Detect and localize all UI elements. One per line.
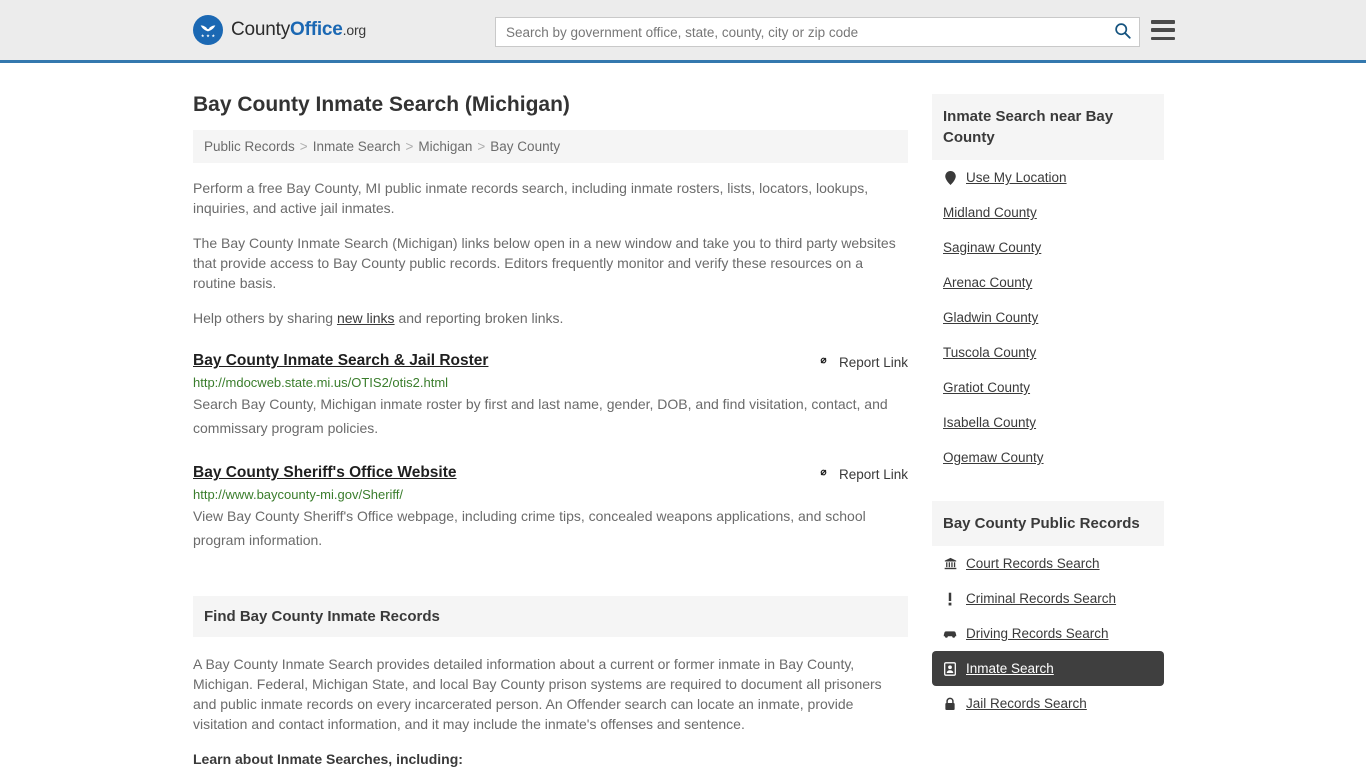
sidebar-item-label[interactable]: Tuscola County bbox=[943, 345, 1036, 360]
result-url: http://mdocweb.state.mi.us/OTIS2/otis2.h… bbox=[193, 375, 449, 390]
sidebar-item-isabella-county[interactable]: Isabella County bbox=[932, 405, 1164, 440]
page-title: Bay County Inmate Search (Michigan) bbox=[193, 93, 570, 116]
search-bar[interactable] bbox=[495, 17, 1140, 47]
result-header: Bay County Sheriff's Office Website Repo… bbox=[193, 464, 908, 483]
breadcrumb-item-michigan[interactable]: Michigan bbox=[418, 139, 472, 154]
sidebar-item-label[interactable]: Criminal Records Search bbox=[966, 591, 1116, 606]
info-section-heading: Find Bay County Inmate Records bbox=[193, 596, 908, 637]
sidebar-records-heading: Bay County Public Records bbox=[932, 501, 1164, 546]
hamburger-bar-2 bbox=[1151, 28, 1175, 32]
sidebar-item-use-my-location[interactable]: Use My Location bbox=[932, 160, 1164, 195]
sidebar: Inmate Search near Bay County Use My Loc… bbox=[932, 63, 1164, 721]
intro-paragraph-1: Perform a free Bay County, MI public inm… bbox=[193, 180, 869, 216]
search-button[interactable] bbox=[1105, 18, 1139, 46]
map-pin-icon bbox=[943, 170, 957, 185]
search-input[interactable] bbox=[496, 18, 1105, 46]
sidebar-item-label[interactable]: Saginaw County bbox=[943, 240, 1041, 255]
breadcrumb-separator: > bbox=[299, 139, 308, 154]
sidebar-item-label[interactable]: Driving Records Search bbox=[966, 626, 1109, 641]
share-text-before: Help others by sharing bbox=[193, 310, 337, 326]
broken-link-icon bbox=[816, 353, 831, 371]
sidebar-item-label[interactable]: Gladwin County bbox=[943, 310, 1038, 325]
intro-paragraph-3: Help others by sharing new links and rep… bbox=[193, 308, 908, 328]
sidebar-item-label[interactable]: Ogemaw County bbox=[943, 450, 1044, 465]
new-links-link[interactable]: new links bbox=[337, 310, 395, 326]
result-description: View Bay County Sheriff's Office webpage… bbox=[193, 508, 866, 548]
breadcrumb-item-bay-county[interactable]: Bay County bbox=[490, 139, 560, 154]
sidebar-item-label[interactable]: Inmate Search bbox=[966, 661, 1054, 676]
site-logo-text: CountyOffice.org bbox=[231, 19, 366, 41]
logo-text-office: Office bbox=[290, 19, 343, 40]
report-link-button[interactable]: Report Link bbox=[816, 353, 908, 371]
result-item: Bay County Inmate Search & Jail Roster R… bbox=[193, 352, 908, 440]
info-section-subheading: Learn about Inmate Searches, including: bbox=[193, 751, 463, 767]
result-header: Bay County Inmate Search & Jail Roster R… bbox=[193, 352, 908, 371]
broken-link-icon bbox=[816, 465, 831, 483]
info-section-body: A Bay County Inmate Search provides deta… bbox=[193, 656, 882, 732]
sidebar-item-court-records-search[interactable]: Court Records Search bbox=[932, 546, 1164, 581]
sidebar-item-label[interactable]: Midland County bbox=[943, 205, 1037, 220]
result-item: Bay County Sheriff's Office Website Repo… bbox=[193, 464, 908, 552]
breadcrumb: Public Records > Inmate Search > Michigan > Ba… bbox=[193, 130, 908, 163]
sidebar-item-ogemaw-county[interactable]: Ogemaw County bbox=[932, 440, 1164, 475]
breadcrumb-item-public-records[interactable]: Public Records bbox=[204, 139, 295, 154]
logo-text-tld: .org bbox=[342, 22, 367, 38]
sidebar-item-label[interactable]: Isabella County bbox=[943, 415, 1036, 430]
hamburger-bar-3 bbox=[1151, 36, 1175, 40]
sidebar-nearby-list: Use My Location Midland County Saginaw C… bbox=[932, 160, 1164, 475]
breadcrumb-separator: > bbox=[477, 139, 486, 154]
sidebar-item-arenac-county[interactable]: Arenac County bbox=[932, 265, 1164, 300]
eagle-seal-icon bbox=[193, 15, 223, 45]
sidebar-item-tuscola-county[interactable]: Tuscola County bbox=[932, 335, 1164, 370]
sidebar-item-criminal-records-search[interactable]: Criminal Records Search bbox=[932, 581, 1164, 616]
sidebar-item-saginaw-county[interactable]: Saginaw County bbox=[932, 230, 1164, 265]
exclamation-icon bbox=[943, 592, 957, 606]
site-header: CountyOffice.org bbox=[0, 0, 1366, 63]
result-description: Search Bay County, Michigan inmate roste… bbox=[193, 396, 888, 436]
sidebar-nearby-heading: Inmate Search near Bay County bbox=[932, 94, 1164, 160]
sidebar-item-label[interactable]: Arenac County bbox=[943, 275, 1032, 290]
sidebar-item-label[interactable]: Use My Location bbox=[966, 170, 1067, 185]
hamburger-menu-icon[interactable] bbox=[1151, 20, 1175, 40]
result-title-link[interactable]: Bay County Sheriff's Office Website bbox=[193, 464, 457, 482]
sidebar-item-midland-county[interactable]: Midland County bbox=[932, 195, 1164, 230]
sidebar-records-list: Court Records Search Criminal Records Se… bbox=[932, 546, 1164, 721]
search-icon bbox=[1114, 22, 1131, 42]
main-content: Bay County Inmate Search (Michigan) Publ… bbox=[193, 63, 908, 768]
sidebar-item-gratiot-county[interactable]: Gratiot County bbox=[932, 370, 1164, 405]
intro-paragraph-2: The Bay County Inmate Search (Michigan) … bbox=[193, 235, 896, 291]
report-link-label: Report Link bbox=[838, 466, 908, 482]
breadcrumb-item-inmate-search[interactable]: Inmate Search bbox=[313, 139, 401, 154]
result-title-link[interactable]: Bay County Inmate Search & Jail Roster bbox=[193, 352, 488, 370]
id-card-icon bbox=[943, 661, 957, 676]
report-link-button[interactable]: Report Link bbox=[816, 465, 908, 483]
sidebar-item-gladwin-county[interactable]: Gladwin County bbox=[932, 300, 1164, 335]
sidebar-item-label[interactable]: Jail Records Search bbox=[966, 696, 1087, 711]
courthouse-icon bbox=[943, 557, 957, 570]
sidebar-item-driving-records-search[interactable]: Driving Records Search bbox=[932, 616, 1164, 651]
report-link-label: Report Link bbox=[838, 354, 908, 370]
sidebar-item-label[interactable]: Court Records Search bbox=[966, 556, 1100, 571]
hamburger-bar-1 bbox=[1151, 20, 1175, 24]
site-logo[interactable]: CountyOffice.org bbox=[193, 15, 366, 45]
share-text-after: and reporting broken links. bbox=[394, 310, 564, 326]
car-icon bbox=[943, 628, 957, 639]
sidebar-item-inmate-search[interactable]: Inmate Search bbox=[932, 651, 1164, 686]
lock-icon bbox=[943, 697, 957, 711]
breadcrumb-separator: > bbox=[405, 139, 414, 154]
page-body: Bay County Inmate Search (Michigan) Publ… bbox=[0, 63, 1366, 768]
result-url: http://www.baycounty-mi.gov/Sheriff/ bbox=[193, 487, 404, 502]
sidebar-item-jail-records-search[interactable]: Jail Records Search bbox=[932, 686, 1164, 721]
logo-text-county: County bbox=[231, 19, 291, 40]
sidebar-item-label[interactable]: Gratiot County bbox=[943, 380, 1030, 395]
